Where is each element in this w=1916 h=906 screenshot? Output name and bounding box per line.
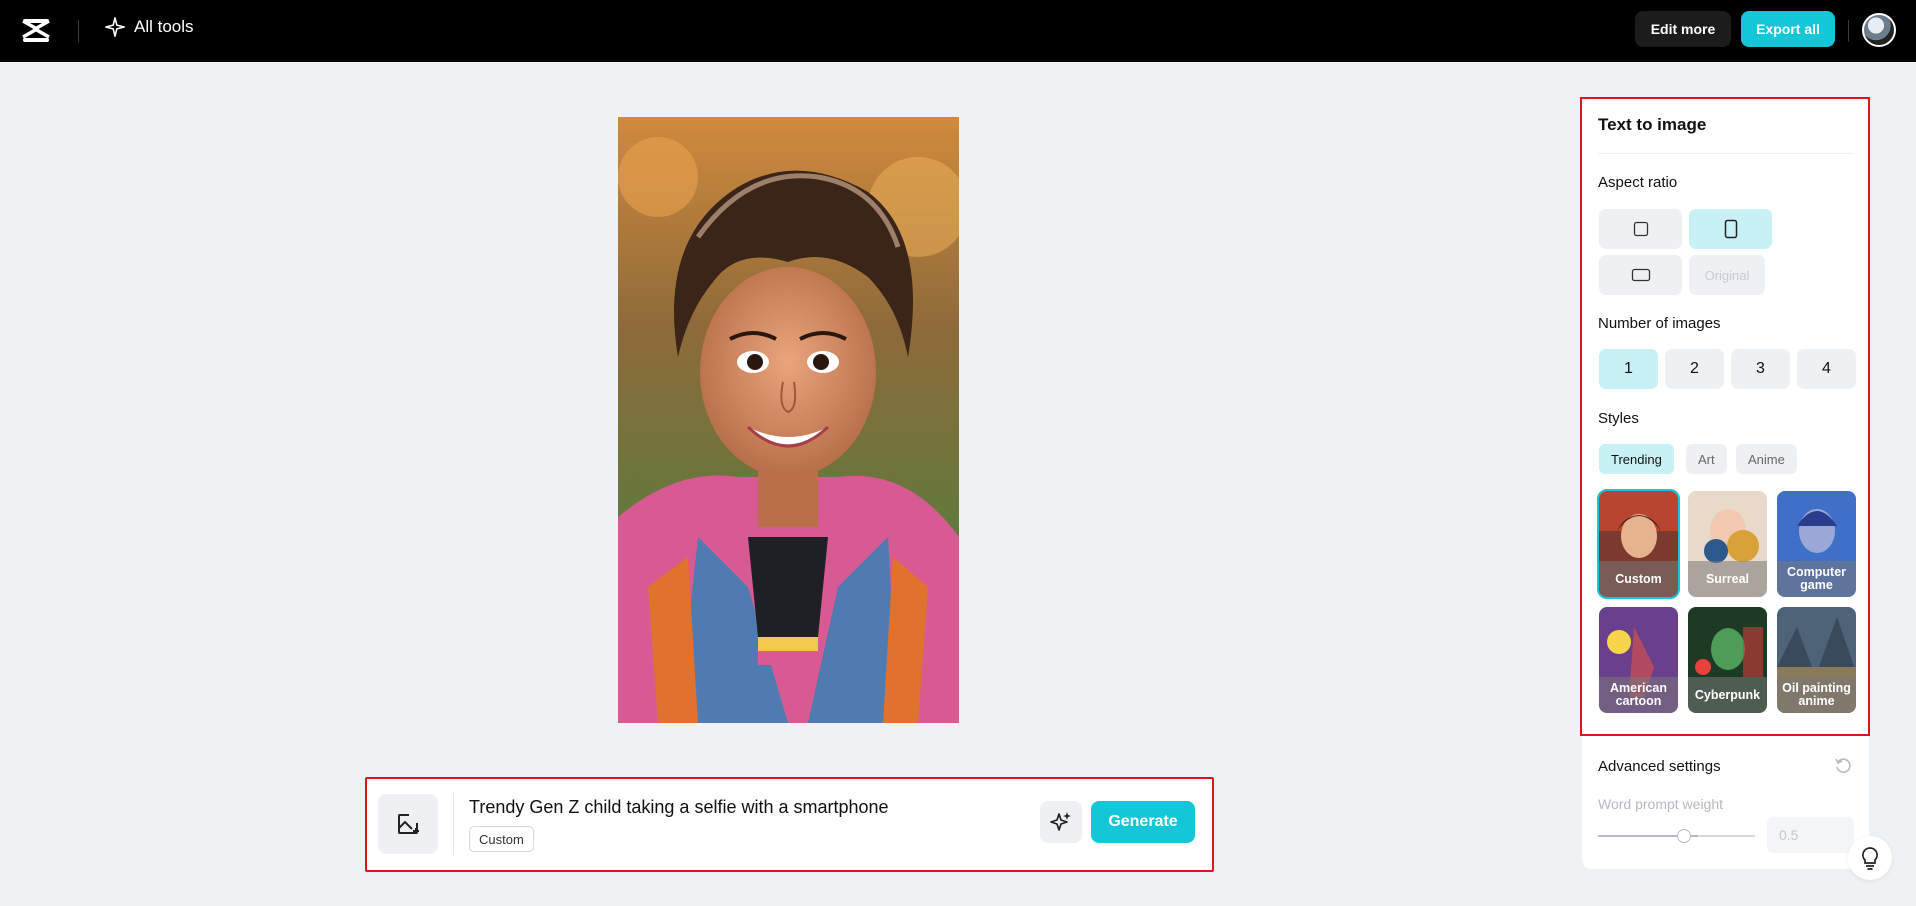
portrait-ratio-icon [1724,219,1737,239]
export-all-button[interactable]: Export all [1741,11,1835,47]
style-card-label: Computer game [1777,561,1856,597]
number-option-4[interactable]: 4 [1797,349,1856,389]
divider [78,20,79,42]
style-card-cyberpunk[interactable]: Cyberpunk [1688,607,1767,713]
magic-sparkle-icon [1050,812,1071,831]
aspect-ratio-label: Aspect ratio [1598,174,1678,191]
divider [1598,153,1853,154]
lightbulb-icon [1862,847,1878,870]
ratio-portrait-button[interactable] [1689,209,1772,249]
avatar[interactable] [1862,13,1896,47]
number-option-2[interactable]: 2 [1665,349,1724,389]
divider [1848,20,1849,42]
add-reference-image-button[interactable] [378,794,438,854]
style-card-american-cartoon[interactable]: American cartoon [1599,607,1678,713]
help-button[interactable] [1848,836,1892,880]
text-to-image-panel: Text to image Aspect ratio Original Numb… [1582,97,1869,869]
number-option-1[interactable]: 1 [1599,349,1658,389]
styles-label: Styles [1598,410,1639,427]
generate-button[interactable]: Generate [1091,801,1195,843]
style-card-label: Cyberpunk [1688,677,1767,713]
tab-trending[interactable]: Trending [1599,444,1674,474]
prompt-bar: Trendy Gen Z child taking a selfie with … [365,777,1214,872]
sparkle-icon [105,17,125,37]
image-add-icon [398,814,419,834]
number-of-images-label: Number of images [1598,315,1721,332]
enhance-prompt-button[interactable] [1040,801,1082,843]
prompt-input[interactable]: Trendy Gen Z child taking a selfie with … [469,797,889,818]
style-chip[interactable]: Custom [469,826,534,852]
landscape-ratio-icon [1631,268,1650,282]
ratio-square-button[interactable] [1599,209,1682,249]
weight-slider-thumb[interactable] [1677,829,1691,843]
edit-more-button[interactable]: Edit more [1635,11,1731,47]
style-card-label: Surreal [1688,561,1767,597]
style-card-label: Custom [1599,561,1678,597]
top-bar: All tools Edit more Export all [0,0,1916,62]
ratio-landscape-button[interactable] [1599,255,1682,295]
panel-title: Text to image [1598,115,1707,134]
all-tools-button[interactable]: All tools [104,16,194,38]
style-card-computer-game[interactable]: Computer game [1777,491,1856,597]
ratio-original-button[interactable]: Original [1689,255,1765,295]
style-card-label: Oil painting anime [1777,677,1856,713]
weight-value-input[interactable]: 0.5 [1767,817,1854,853]
style-card-label: American cartoon [1599,677,1678,713]
all-tools-label: All tools [134,17,194,36]
tab-anime[interactable]: Anime [1736,444,1797,474]
number-option-3[interactable]: 3 [1731,349,1790,389]
reset-icon[interactable] [1834,757,1852,775]
style-card-custom[interactable]: Custom [1597,489,1680,599]
style-card-surreal[interactable]: Surreal [1688,491,1767,597]
capcut-logo-icon[interactable] [20,15,52,47]
generated-image[interactable] [618,117,959,723]
tab-art[interactable]: Art [1686,444,1727,474]
divider [453,793,454,855]
style-card-oil-painting-anime[interactable]: Oil painting anime [1777,607,1856,713]
word-prompt-weight-label: Word prompt weight [1598,796,1724,812]
square-ratio-icon [1633,221,1648,237]
advanced-settings-label: Advanced settings [1598,758,1721,775]
